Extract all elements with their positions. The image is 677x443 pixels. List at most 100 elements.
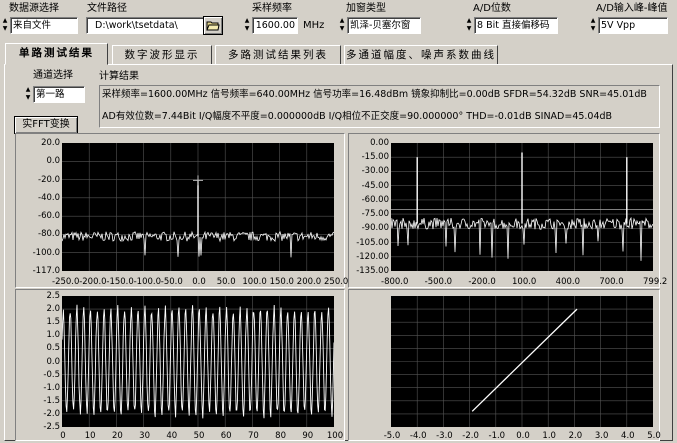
tick-label: 100 [326,431,344,441]
tick-label: 1.0 [542,431,556,441]
results-label: 计算结果 [99,71,139,82]
tick-label: 80 [275,431,286,441]
tick-label: -105.00 [356,237,389,248]
waveform-svg [61,296,335,427]
tab-multi-list[interactable]: 多路测试结果列表 [215,45,341,64]
source-select[interactable]: 来自文件 [10,17,78,34]
results-box: 采样频率=1600.00MHz 信号频率=640.00MHz 信号功率=16.4… [99,85,660,128]
tick-label: -100.0 [133,277,161,287]
tick-label: -2.0 [43,408,60,419]
rate-label: 采样频率 [252,3,292,14]
tick-label: -150.0 [106,277,134,287]
browse-folder-button[interactable] [203,16,223,35]
tick-label: 20.0 [41,138,60,148]
tick-label: -3.0 [436,431,453,441]
tick-label: -2.0 [462,431,479,441]
tick-label: 50.0 [216,277,236,287]
tick-label: -15.00 [361,152,389,163]
iq-trace [471,308,578,412]
tick-label: 70 [247,431,259,441]
tick-label: -20.0 [38,174,60,185]
tick-label: 400.0 [555,277,580,287]
window-label: 加窗类型 [346,3,386,14]
tick-label: 0.0 [46,356,60,367]
rate-spinner[interactable]: ▲ ▼ [243,17,251,32]
results-line-1: 采样频率=1600.00MHz 信号频率=640.00MHz 信号功率=16.4… [102,89,647,100]
rate-input[interactable]: 1600.00 [252,17,298,34]
path-input[interactable]: D:\work\tsetdata\ [86,17,209,34]
vpp-select[interactable]: 5V Vpp [598,17,668,34]
tick-label: 100.0 [242,277,267,287]
channel-select[interactable]: 第一路 [33,86,85,103]
tick-label: 0.0 [46,156,60,167]
tick-label: 40 [166,431,178,441]
tick-label: -90.00 [361,223,389,234]
tick-label: -4.0 [409,431,427,441]
tick-label: 10 [84,431,96,441]
rate-unit: MHz [303,20,325,31]
window-spinner[interactable]: ▲ ▼ [338,17,346,32]
tick-label: 0.00 [370,138,389,148]
tick-label: -1.0 [488,431,506,441]
tick-label: 2.0 [568,431,583,441]
tick-label: -60.0 [38,211,60,222]
tick-label: -200.0 [468,277,496,287]
spectrum-right-area [390,143,654,271]
tick-label: -1.5 [43,395,60,406]
spectrum-left-svg [61,143,335,271]
bits-label: A/D位数 [473,3,511,14]
tick-label: -1.0 [43,382,60,393]
tab-multi-curve[interactable]: 多通道幅度、噪声系数曲线 [344,45,498,64]
tick-label: -800.0 [381,277,409,287]
tick-label: 60 [220,431,232,441]
tick-label: -100.0 [32,247,60,258]
tick-label: -75.00 [361,209,389,220]
tab-waveform[interactable]: 数字波形显示 [112,45,212,64]
channel-spinner[interactable]: ▲ ▼ [24,86,32,101]
iq-area [391,296,653,427]
source-spinner[interactable]: ▲ ▼ [1,17,9,32]
tick-label: 5.0 [647,431,661,441]
tick-label: -120.00 [356,251,389,262]
tick-label: 799.2 [643,277,668,287]
tab-single-result[interactable]: 单路测试结果 [5,43,108,65]
tick-label: 0 [60,431,66,441]
tick-label: 250.0 [324,277,349,287]
channel-label: 通道选择 [33,70,73,81]
fft-button[interactable]: 实FFT变换 [14,116,78,134]
bits-spinner[interactable]: ▲ ▼ [465,17,473,32]
tick-label: 0.0 [192,277,206,287]
tick-label: 90 [302,431,314,441]
tick-label: 1.5 [46,317,60,328]
tick-label: 2.5 [46,291,60,301]
tick-label: 200.0 [296,277,322,287]
results-line-2: AD有效位数=7.44Bit I/Q幅度不平度=0.000000dB I/Q相位… [102,111,613,122]
tick-label: 0.5 [46,343,60,354]
spectrum-right-svg [390,143,654,271]
tick-label: 1.0 [46,330,60,341]
spectrum-left-area [61,143,335,271]
tick-label: -40.0 [38,192,60,203]
tick-label: 30 [139,431,150,441]
path-label: 文件路径 [87,3,127,14]
tick-label: -30.00 [361,166,389,177]
vpp-spinner[interactable]: ▲ ▼ [589,17,597,32]
window-select[interactable]: 凯泽-贝塞尔窗 [347,17,421,34]
tick-label: 2.0 [46,304,60,315]
tick-label: 4.0 [621,431,635,441]
tick-label: 0.0 [516,431,530,441]
bits-select[interactable]: 8 Bit 直接偏移码 [474,17,558,34]
iq-svg [391,296,653,427]
tick-label: 50 [193,431,205,441]
tick-label: 20 [111,431,123,441]
tick-label: -0.5 [43,369,60,380]
folder-icon [206,21,220,31]
tick-label: 700.0 [599,277,624,287]
tick-label: -250.0 [52,277,80,287]
tick-label: -80.0 [38,229,60,240]
tick-label: -5.0 [383,431,401,441]
vpp-label: A/D输入峰-峰值 [596,3,668,14]
tick-label: -500.0 [424,277,453,287]
tick-label: -200.0 [79,277,107,287]
tick-label: 150.0 [269,277,294,287]
